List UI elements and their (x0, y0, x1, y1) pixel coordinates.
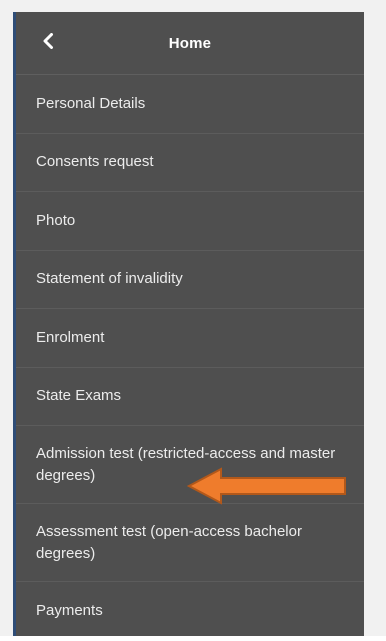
menu-item-enrolment[interactable]: Enrolment (16, 309, 364, 368)
menu-item-label: Assessment test (open-access bachelor de… (36, 522, 302, 562)
back-button[interactable] (38, 30, 58, 52)
left-arrow-callout-icon (187, 467, 346, 505)
menu-item-consents-request[interactable]: Consents request (16, 134, 364, 192)
nav-title: Home (168, 34, 212, 52)
screen: Home Personal Details Consents request P… (0, 0, 386, 636)
menu-item-payments[interactable]: Payments (16, 582, 364, 641)
menu-item-label: Enrolment (36, 328, 105, 346)
side-navigation-panel: Home Personal Details Consents request P… (13, 12, 364, 636)
menu-item-personal-details[interactable]: Personal Details (16, 75, 364, 134)
nav-menu: Personal Details Consents request Photo … (16, 75, 364, 641)
menu-item-label: Consents request (36, 153, 154, 171)
menu-item-assessment-test[interactable]: Assessment test (open-access bachelor de… (16, 504, 364, 582)
menu-item-label: Statement of invalidity (36, 270, 183, 288)
chevron-left-icon (43, 33, 53, 49)
menu-item-state-exams[interactable]: State Exams (16, 368, 364, 426)
menu-item-label: Personal Details (36, 94, 146, 112)
nav-header: Home (16, 12, 364, 75)
menu-item-label: State Exams (36, 387, 122, 405)
menu-item-label: Photo (36, 211, 76, 229)
menu-item-label: Payments (36, 602, 103, 620)
menu-item-photo[interactable]: Photo (16, 192, 364, 251)
menu-item-statement-of-invalidity[interactable]: Statement of invalidity (16, 251, 364, 309)
